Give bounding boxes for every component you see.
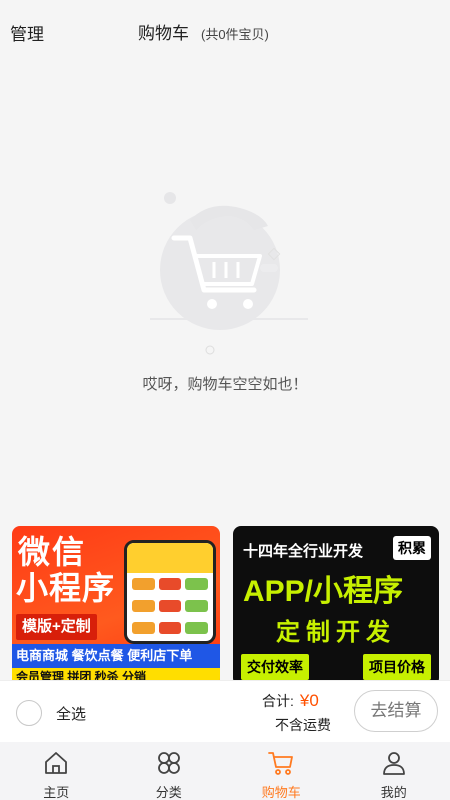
- ad-left-line1: 微信: [18, 534, 87, 570]
- tab-home[interactable]: 主页: [0, 742, 113, 800]
- phone-mockup-image: [124, 540, 216, 644]
- select-all-label: 全选: [56, 705, 87, 723]
- ad-right-mid-text: 定制开发: [276, 619, 396, 646]
- tab-category[interactable]: 分类: [113, 742, 226, 800]
- total-price: ¥0: [299, 691, 319, 710]
- title-group: 购物车 (共0件宝贝): [138, 19, 269, 44]
- manage-button[interactable]: 管理: [10, 20, 44, 45]
- ad-left-strip: 电商商城 餐饮点餐 便利店下单: [12, 644, 220, 668]
- home-icon: [45, 752, 68, 774]
- empty-cart-illustration: [150, 192, 308, 355]
- total-display: 合计: ¥0: [262, 691, 319, 711]
- category-icon: [157, 752, 180, 774]
- tab-profile[interactable]: 我的: [338, 742, 450, 800]
- bottom-tab-bar: 主页 分类 购物车 我的: [0, 742, 450, 800]
- tab-cart-label: 购物车: [261, 785, 301, 800]
- page-title: 购物车: [138, 24, 189, 43]
- ad-right-label2: 项目价格: [363, 654, 431, 680]
- item-count: (共0件宝贝): [201, 27, 269, 42]
- cart-icon: [268, 752, 294, 775]
- checkout-button[interactable]: 去结算: [354, 690, 438, 732]
- select-all-toggle[interactable]: 全选: [16, 700, 86, 726]
- ad-banner-wechat-miniprogram[interactable]: 微信 小程序 模版+定制 电商商城 餐饮点餐 便利店下单 会员管理 拼团 秒杀 …: [12, 526, 220, 686]
- ad-left-line2: 小程序: [16, 570, 116, 606]
- header-bar: 管理 购物车 (共0件宝贝): [0, 0, 450, 60]
- tab-category-label: 分类: [155, 785, 182, 800]
- total-label: 合计:: [262, 693, 294, 709]
- ad-banner-app-development[interactable]: 十四年全行业开发 积累 APP/小程序 定制开发 交付效率 项目价格: [233, 526, 439, 686]
- shipping-note: 不含运费: [275, 717, 331, 733]
- ad-right-headline: 十四年全行业开发: [243, 543, 364, 560]
- tab-cart[interactable]: 购物车: [225, 742, 338, 800]
- select-all-checkbox[interactable]: [16, 700, 42, 726]
- tab-profile-label: 我的: [380, 785, 407, 800]
- empty-cart-section: 哎呀，购物车空空如也！: [0, 190, 450, 400]
- ad-right-tag: 积累: [393, 536, 431, 560]
- ad-right-big-text: APP/小程序: [243, 575, 404, 608]
- empty-cart-message: 哎呀，购物车空空如也！: [142, 376, 308, 393]
- profile-icon: [382, 752, 405, 775]
- checkout-bar: 全选 合计: ¥0 不含运费 去结算: [0, 680, 450, 742]
- tab-home-label: 主页: [43, 785, 70, 800]
- ad-left-badge: 模版+定制: [16, 614, 97, 640]
- ad-right-label1: 交付效率: [241, 654, 309, 680]
